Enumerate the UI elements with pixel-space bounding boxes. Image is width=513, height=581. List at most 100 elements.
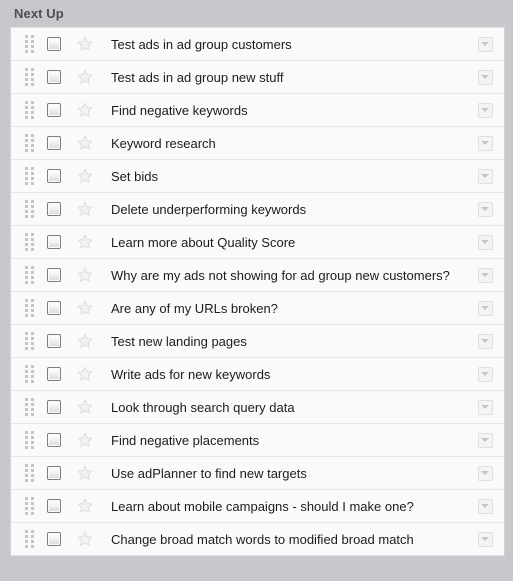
task-row[interactable]: Learn about mobile campaigns - should I … [11, 490, 504, 523]
menu-cell [470, 267, 504, 283]
drag-handle-icon[interactable] [19, 530, 39, 548]
row-menu-button[interactable] [477, 36, 493, 52]
star-icon[interactable] [77, 267, 93, 283]
menu-cell [470, 201, 504, 217]
star-cell [69, 399, 101, 415]
row-menu-button[interactable] [477, 399, 493, 415]
star-icon[interactable] [77, 432, 93, 448]
star-icon[interactable] [77, 399, 93, 415]
star-icon[interactable] [77, 234, 93, 250]
task-row[interactable]: Write ads for new keywords [11, 358, 504, 391]
task-checkbox[interactable] [47, 235, 61, 249]
row-menu-button[interactable] [477, 366, 493, 382]
drag-handle-icon[interactable] [19, 200, 39, 218]
task-row[interactable]: Keyword research [11, 127, 504, 160]
star-icon[interactable] [77, 333, 93, 349]
drag-handle-icon[interactable] [19, 299, 39, 317]
row-menu-button[interactable] [477, 531, 493, 547]
star-icon[interactable] [77, 531, 93, 547]
row-menu-button[interactable] [477, 69, 493, 85]
star-icon[interactable] [77, 36, 93, 52]
star-icon[interactable] [77, 135, 93, 151]
task-checkbox[interactable] [47, 433, 61, 447]
checkbox-cell [39, 235, 69, 249]
task-label: Find negative keywords [111, 102, 248, 118]
checkbox-cell [39, 532, 69, 546]
task-checkbox[interactable] [47, 367, 61, 381]
drag-handle-icon[interactable] [19, 497, 39, 515]
star-icon[interactable] [77, 366, 93, 382]
task-row[interactable]: Change broad match words to modified bro… [11, 523, 504, 556]
drag-handle-icon[interactable] [19, 266, 39, 284]
row-menu-button[interactable] [477, 201, 493, 217]
task-row[interactable]: Find negative keywords [11, 94, 504, 127]
row-menu-button[interactable] [477, 234, 493, 250]
menu-cell [470, 531, 504, 547]
row-menu-button[interactable] [477, 168, 493, 184]
task-checkbox[interactable] [47, 499, 61, 513]
chevron-down-icon [481, 471, 489, 475]
task-row[interactable]: Find negative placements [11, 424, 504, 457]
row-menu-button[interactable] [477, 432, 493, 448]
checkbox-cell [39, 169, 69, 183]
task-row[interactable]: Test new landing pages [11, 325, 504, 358]
drag-handle-icon[interactable] [19, 68, 39, 86]
star-icon[interactable] [77, 69, 93, 85]
task-checkbox[interactable] [47, 70, 61, 84]
drag-handle-icon[interactable] [19, 134, 39, 152]
task-checkbox[interactable] [47, 268, 61, 282]
row-menu-button[interactable] [477, 267, 493, 283]
row-menu-button[interactable] [477, 300, 493, 316]
star-cell [69, 465, 101, 481]
task-label: Look through search query data [111, 399, 295, 415]
drag-handle-icon[interactable] [19, 167, 39, 185]
task-row[interactable]: Look through search query data [11, 391, 504, 424]
task-checkbox[interactable] [47, 334, 61, 348]
row-menu-button[interactable] [477, 465, 493, 481]
task-row[interactable]: Test ads in ad group new stuff [11, 61, 504, 94]
task-checkbox[interactable] [47, 301, 61, 315]
star-icon[interactable] [77, 102, 93, 118]
task-list: Test ads in ad group customers Test ads i… [10, 27, 505, 556]
drag-handle-icon[interactable] [19, 431, 39, 449]
task-row[interactable]: Use adPlanner to find new targets [11, 457, 504, 490]
task-checkbox[interactable] [47, 169, 61, 183]
star-icon[interactable] [77, 498, 93, 514]
star-icon[interactable] [77, 201, 93, 217]
chevron-down-icon [481, 207, 489, 211]
checkbox-cell [39, 400, 69, 414]
task-checkbox[interactable] [47, 400, 61, 414]
drag-handle-icon[interactable] [19, 398, 39, 416]
task-checkbox[interactable] [47, 136, 61, 150]
task-row[interactable]: Delete underperforming keywords [11, 193, 504, 226]
task-checkbox[interactable] [47, 103, 61, 117]
task-row[interactable]: Learn more about Quality Score [11, 226, 504, 259]
task-row[interactable]: Set bids [11, 160, 504, 193]
task-checkbox[interactable] [47, 202, 61, 216]
task-checkbox[interactable] [47, 37, 61, 51]
row-menu-button[interactable] [477, 498, 493, 514]
row-menu-button[interactable] [477, 102, 493, 118]
row-menu-button[interactable] [477, 135, 493, 151]
next-up-panel: Next Up Test ads in ad group customers Te… [0, 0, 513, 581]
drag-handle-icon[interactable] [19, 35, 39, 53]
drag-handle-icon[interactable] [19, 233, 39, 251]
drag-handle-icon[interactable] [19, 332, 39, 350]
star-icon[interactable] [77, 465, 93, 481]
star-cell [69, 135, 101, 151]
star-cell [69, 201, 101, 217]
row-menu-button[interactable] [477, 333, 493, 349]
drag-handle-icon[interactable] [19, 464, 39, 482]
task-checkbox[interactable] [47, 532, 61, 546]
drag-handle-icon[interactable] [19, 101, 39, 119]
drag-handle-icon[interactable] [19, 365, 39, 383]
task-row[interactable]: Test ads in ad group customers [11, 28, 504, 61]
task-label: Are any of my URLs broken? [111, 300, 278, 316]
star-icon[interactable] [77, 300, 93, 316]
task-row[interactable]: Why are my ads not showing for ad group … [11, 259, 504, 292]
star-icon[interactable] [77, 168, 93, 184]
checkbox-cell [39, 268, 69, 282]
panel-header: Next Up [0, 0, 513, 27]
task-checkbox[interactable] [47, 466, 61, 480]
task-row[interactable]: Are any of my URLs broken? [11, 292, 504, 325]
